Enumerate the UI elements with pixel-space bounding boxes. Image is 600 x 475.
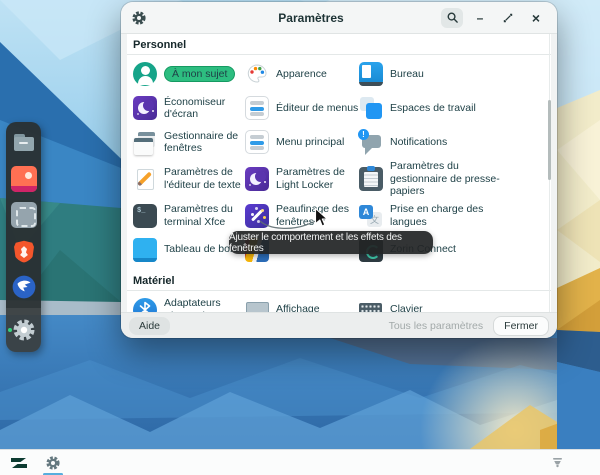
app-gear-icon — [131, 10, 147, 26]
item-a-mon-sujet[interactable]: À mon sujet — [133, 58, 245, 90]
item-light-locker[interactable]: Paramètres de Light Locker — [245, 160, 359, 198]
item-label: À mon sujet — [164, 66, 235, 83]
item-label: Apparence — [276, 68, 359, 81]
language-icon — [359, 204, 383, 228]
panel-icon — [133, 238, 157, 262]
bluetooth-icon — [133, 298, 157, 313]
search-icon — [446, 11, 459, 24]
item-notifications[interactable]: Notifications — [359, 126, 551, 158]
item-label: Adaptateurs Bluetooth — [164, 297, 245, 312]
item-editeur-texte[interactable]: Paramètres de l'éditeur de texte — [133, 160, 245, 198]
item-label: Espaces de travail — [390, 102, 502, 115]
file-manager-icon[interactable] — [11, 130, 37, 156]
item-label: Paramètres de l'éditeur de texte — [164, 166, 245, 191]
titlebar[interactable]: Paramètres – × — [121, 2, 557, 34]
main-menu-icon — [245, 130, 269, 154]
settings-window: Paramètres – × Personnel — [121, 2, 557, 338]
item-clavier[interactable]: Clavier — [359, 294, 551, 313]
system-tray[interactable] — [551, 457, 592, 469]
keyboard-icon — [359, 298, 383, 313]
maximize-button[interactable] — [497, 8, 519, 28]
settings-gear-icon — [11, 317, 37, 343]
item-terminal-xfce[interactable]: Paramètres du terminal Xfce — [133, 200, 245, 232]
tooltip: Ajuster le comportement et les effets de… — [229, 231, 433, 254]
brave-browser-icon[interactable] — [11, 238, 37, 264]
item-label: Bureau — [390, 68, 502, 81]
dock-active-slot[interactable] — [6, 308, 41, 352]
item-apparence[interactable]: Apparence — [245, 58, 359, 90]
display-icon — [245, 298, 269, 313]
item-label: Paramètres du terminal Xfce — [164, 203, 245, 228]
terminal-icon — [133, 204, 157, 228]
materiel-grid: Adaptateurs Bluetooth Affichage Clavier — [127, 291, 551, 313]
text-editor-icon — [133, 167, 157, 191]
section-title-personnel: Personnel — [127, 34, 551, 55]
dock — [6, 122, 41, 352]
item-menu-principal[interactable]: Menu principal — [245, 126, 359, 158]
item-label: Notifications — [390, 136, 502, 149]
settings-task-icon — [45, 455, 61, 471]
zorin-menu-button[interactable] — [8, 450, 30, 475]
photos-app-icon[interactable] — [11, 166, 37, 192]
item-label: Paramètres du gestionnaire de presse-pap… — [390, 160, 502, 198]
item-economiseur[interactable]: Économiseur d'écran — [133, 92, 245, 124]
workspaces-icon — [359, 96, 383, 120]
screenshot-tool-icon[interactable] — [11, 202, 37, 228]
close-footer-button[interactable]: Fermer — [493, 316, 549, 336]
screensaver-icon — [133, 96, 157, 120]
desktop: Paramètres – × Personnel — [0, 0, 600, 475]
item-label: Éditeur de menus — [276, 102, 359, 115]
window-manager-icon — [133, 130, 157, 154]
item-affichage[interactable]: Affichage — [245, 294, 359, 313]
settings-task-button[interactable] — [42, 450, 64, 475]
section-title-materiel: Matériel — [127, 270, 551, 291]
item-label: Paramètres de Light Locker — [276, 166, 359, 191]
item-editeur-menus[interactable]: Éditeur de menus — [245, 92, 359, 124]
help-button[interactable]: Aide — [129, 317, 170, 335]
item-bureau[interactable]: Bureau — [359, 58, 551, 90]
item-label: Gestionnaire de fenêtres — [164, 130, 245, 155]
minimize-button[interactable]: – — [469, 8, 491, 28]
taskbar — [0, 449, 600, 475]
clipboard-icon — [359, 167, 383, 191]
zorin-menu-icon — [10, 455, 28, 471]
close-button[interactable]: × — [525, 8, 547, 28]
palette-icon — [245, 62, 269, 86]
all-settings-button[interactable]: Tous les paramètres — [389, 320, 484, 332]
item-label: Économiseur d'écran — [164, 96, 245, 121]
item-bluetooth[interactable]: Adaptateurs Bluetooth — [133, 294, 245, 313]
item-label: Clavier — [390, 303, 502, 312]
running-indicator — [8, 328, 12, 332]
maximize-icon — [502, 12, 514, 24]
item-label: Prise en charge des langues — [390, 203, 502, 228]
notifications-icon — [359, 130, 383, 154]
item-gestionnaire-fenetres[interactable]: Gestionnaire de fenêtres — [133, 126, 245, 158]
item-espaces-travail[interactable]: Espaces de travail — [359, 92, 551, 124]
desktop-icon — [359, 62, 383, 86]
user-avatar-icon — [133, 62, 157, 86]
scrollbar-thumb[interactable] — [548, 100, 551, 180]
light-locker-icon — [245, 167, 269, 191]
settings-list: Personnel À mon sujet Apparence — [127, 34, 551, 312]
window-title: Paramètres — [187, 11, 435, 25]
mouse-cursor — [314, 207, 329, 228]
item-label: Menu principal — [276, 136, 359, 149]
thunderbird-icon[interactable] — [11, 274, 37, 300]
item-label: Affichage — [276, 303, 359, 312]
window-footer: Aide Tous les paramètres Fermer — [121, 312, 557, 338]
item-langues[interactable]: Prise en charge des langues — [359, 200, 551, 232]
item-presse-papiers[interactable]: Paramètres du gestionnaire de presse-pap… — [359, 160, 551, 198]
menu-editor-icon — [245, 96, 269, 120]
search-button[interactable] — [441, 8, 463, 28]
status-tray-icon — [551, 457, 564, 469]
